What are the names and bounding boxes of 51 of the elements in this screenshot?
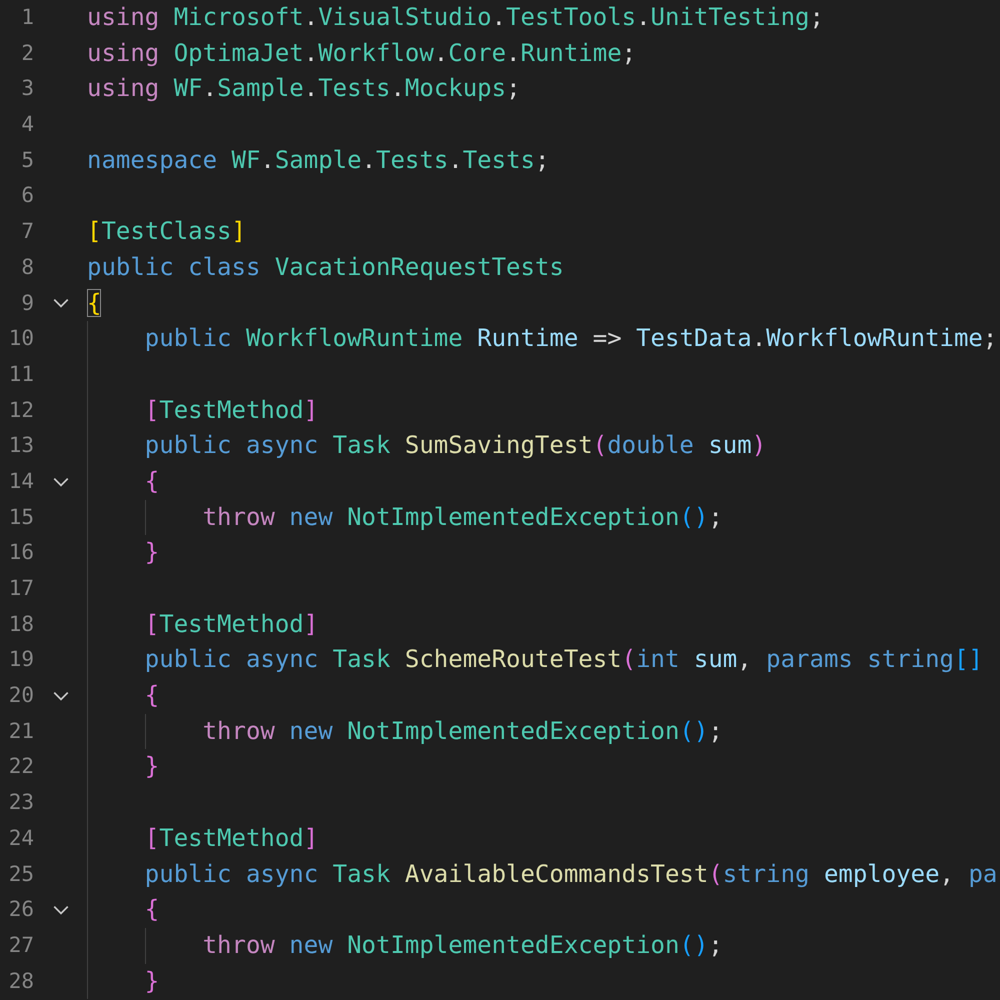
line-number: 22 (8, 753, 34, 780)
line-number: 3 (20, 75, 34, 102)
code-line: { (144, 466, 160, 497)
code-line: } (144, 537, 160, 568)
code-line: { (144, 894, 160, 926)
line-number: 23 (8, 789, 34, 816)
code-line: [TestMethod] (144, 822, 318, 854)
code-line: public async Task SchemeRouteTest(int sum, params string[] (144, 644, 983, 676)
line-number: 9 (20, 290, 34, 316)
line-number: 5 (20, 146, 34, 174)
line-number: 6 (20, 182, 34, 210)
code-line: { (87, 288, 102, 318)
code-line: public class VacationRequestTests (87, 252, 564, 283)
line-number: 26 (8, 896, 34, 924)
line-number: 25 (8, 860, 34, 888)
line-number: 16 (8, 539, 34, 566)
line-number: 11 (8, 360, 34, 388)
line-number: 10 (8, 325, 34, 352)
code-line: { (144, 680, 160, 712)
line-number: 13 (8, 432, 34, 460)
code-line: [TestMethod] (144, 394, 318, 426)
line-number: 7 (20, 218, 34, 246)
line-number: 18 (8, 610, 34, 638)
code-line: public async Task AvailableCommandsTest(string employee, pa (144, 858, 998, 890)
line-number: 28 (8, 968, 34, 995)
code-line: using Microsoft.VisualStudio.TestTools.UnitTesting; (87, 2, 824, 33)
line-number: 17 (8, 575, 34, 602)
line-number: 20 (8, 682, 34, 710)
line-number: 27 (8, 932, 34, 959)
code-line: using WF.Sample.Tests.Mockups; (87, 73, 521, 104)
code-line: } (144, 966, 160, 997)
line-number: 2 (20, 40, 34, 67)
code-line: public WorkflowRuntime Runtime => TestData.WorkflowRuntime; (144, 323, 998, 354)
code-line: throw new NotImplementedException(); (202, 502, 723, 533)
code-line: using OptimaJet.Workflow.Core.Runtime; (87, 38, 636, 69)
line-number: 24 (8, 824, 34, 852)
code-line: public async Task SumSavingTest(double sum) (144, 430, 766, 462)
code-line: namespace WF.Sample.Tests.Tests; (87, 144, 550, 176)
code-line: [TestClass] (87, 216, 246, 248)
code-line: } (144, 751, 160, 782)
line-number: 1 (20, 4, 34, 31)
code-line: throw new NotImplementedException(); (202, 716, 723, 747)
line-number: 14 (8, 468, 34, 495)
line-number: 19 (8, 646, 34, 674)
line-number: 8 (20, 254, 34, 281)
line-number: 4 (20, 111, 34, 138)
line-number: 12 (8, 396, 34, 424)
code-line: throw new NotImplementedException(); (202, 930, 723, 961)
code-line: [TestMethod] (144, 608, 318, 640)
line-number: 21 (8, 718, 34, 745)
line-number: 15 (8, 504, 34, 531)
